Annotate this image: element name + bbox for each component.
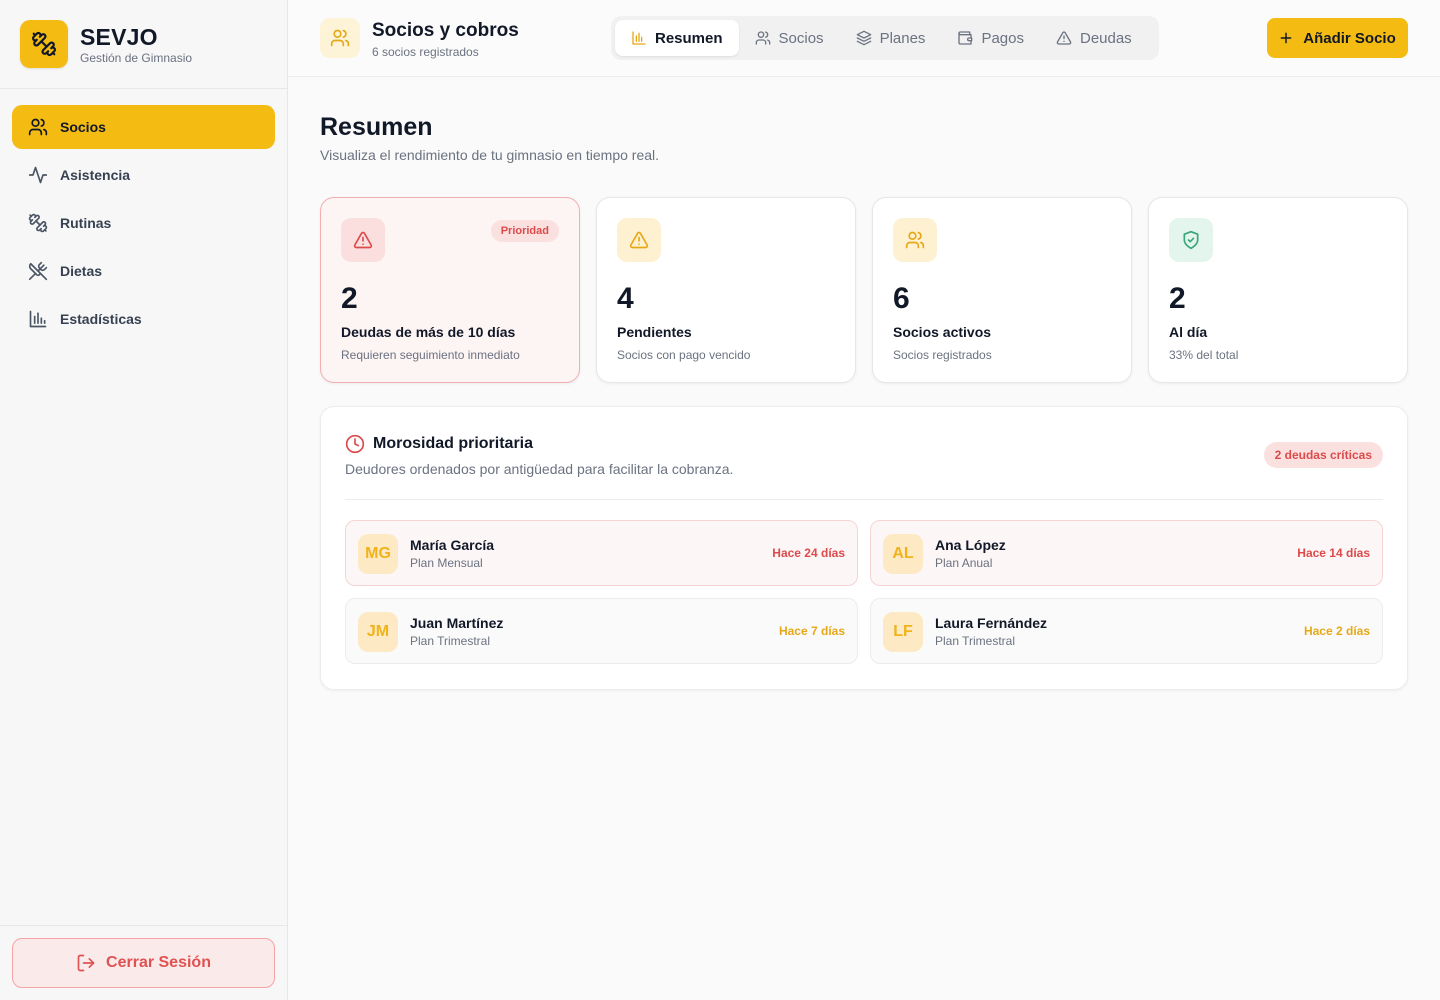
- stat-value: 2: [1169, 282, 1186, 315]
- page-subtitle: 6 socios registrados: [372, 45, 479, 59]
- clock-icon: [345, 434, 365, 454]
- sidebar-item-estadisticas[interactable]: Estadísticas: [12, 297, 275, 341]
- stat-label: Al día: [1169, 324, 1208, 340]
- section-title: Resumen: [320, 113, 433, 141]
- page-title: Socios y cobros: [372, 20, 519, 41]
- stat-value: 2: [341, 282, 358, 315]
- tab-resumen[interactable]: Resumen: [615, 20, 739, 56]
- sidebar-item-label: Estadísticas: [60, 311, 142, 327]
- avatar: AL: [883, 534, 923, 574]
- tab-label: Resumen: [655, 29, 723, 47]
- tab-deudas[interactable]: Deudas: [1040, 20, 1148, 56]
- log-out-icon: [76, 953, 96, 973]
- debtor-plan: Plan Trimestral: [935, 634, 1016, 648]
- alert-triangle-icon: [341, 218, 385, 262]
- sidebar: SEVJO Gestión de Gimnasio Socios Asisten…: [0, 0, 288, 1000]
- avatar: LF: [883, 612, 923, 652]
- stat-card-al-dia[interactable]: 2 Al día 33% del total: [1148, 197, 1408, 383]
- bar-chart-icon: [28, 309, 48, 329]
- debtor-age: Hace 14 días: [1297, 546, 1370, 560]
- critical-count-badge: 2 deudas críticas: [1263, 442, 1383, 468]
- sidebar-item-rutinas[interactable]: Rutinas: [12, 201, 275, 245]
- logout-label: Cerrar Sesión: [106, 954, 211, 971]
- activity-icon: [28, 165, 48, 185]
- divider: [345, 499, 1383, 500]
- alert-triangle-icon: [617, 218, 661, 262]
- debtor-name: María García: [410, 537, 495, 553]
- alert-triangle-icon: [1056, 30, 1072, 46]
- debtor-row[interactable]: AL Ana López Plan Anual Hace 14 días: [870, 520, 1383, 586]
- tab-planes[interactable]: Planes: [840, 20, 942, 56]
- stat-description: 33% del total: [1169, 348, 1239, 362]
- stat-value: 4: [617, 282, 634, 315]
- stat-label: Deudas de más de 10 días: [341, 324, 516, 340]
- stat-card-socios-activos[interactable]: 6 Socios activos Socios registrados: [872, 197, 1132, 383]
- plus-icon: [1279, 31, 1293, 45]
- stat-label: Pendientes: [617, 324, 692, 340]
- debtor-name: Ana López: [935, 537, 1006, 553]
- tab-label: Socios: [778, 29, 824, 47]
- debtor-row[interactable]: LF Laura Fernández Plan Trimestral Hace …: [870, 598, 1383, 664]
- users-icon: [893, 218, 937, 262]
- stat-description: Socios registrados: [893, 348, 992, 362]
- tab-label: Planes: [879, 29, 926, 47]
- tab-label: Deudas: [1079, 29, 1132, 47]
- brand-subtitle: Gestión de Gimnasio: [80, 50, 193, 65]
- tab-pagos[interactable]: Pagos: [941, 20, 1040, 56]
- brand: SEVJO Gestión de Gimnasio: [0, 0, 287, 89]
- section-subtitle: Visualiza el rendimiento de tu gimnasio …: [320, 147, 660, 163]
- add-socio-label: Añadir Socio: [1303, 29, 1396, 47]
- debtor-plan: Plan Anual: [935, 556, 993, 570]
- wallet-icon: [957, 30, 973, 46]
- priority-badge: Prioridad: [490, 220, 559, 242]
- stat-label: Socios activos: [893, 324, 992, 340]
- debtor-name: Laura Fernández: [935, 615, 1048, 631]
- sidebar-item-asistencia[interactable]: Asistencia: [12, 153, 275, 197]
- shield-check-icon: [1169, 218, 1213, 262]
- tab-bar: Resumen Socios Planes Pagos Deudas: [611, 16, 1159, 60]
- users-icon: [320, 18, 360, 58]
- panel-subtitle: Deudores ordenados por antigüedad para f…: [345, 461, 734, 477]
- debtor-age: Hace 2 días: [1303, 624, 1370, 638]
- debtor-row[interactable]: JM Juan Martínez Plan Trimestral Hace 7 …: [345, 598, 858, 664]
- stat-card-deudas[interactable]: Prioridad 2 Deudas de más de 10 días Req…: [320, 197, 580, 383]
- stat-value: 6: [893, 282, 910, 315]
- debtor-row[interactable]: MG María García Plan Mensual Hace 24 día…: [345, 520, 858, 586]
- dumbbell-icon: [28, 213, 48, 233]
- debtor-plan: Plan Trimestral: [410, 634, 491, 648]
- panel-title: Morosidad prioritaria: [373, 435, 534, 452]
- utensils-crossed-icon: [28, 261, 48, 281]
- avatar: MG: [358, 534, 398, 574]
- morosidad-panel: Morosidad prioritaria Deudores ordenados…: [320, 406, 1408, 690]
- dumbbell-icon: [20, 20, 68, 68]
- brand-name: SEVJO: [80, 23, 158, 50]
- sidebar-item-dietas[interactable]: Dietas: [12, 249, 275, 293]
- logout-button[interactable]: Cerrar Sesión: [12, 938, 275, 988]
- users-icon: [755, 30, 771, 46]
- chart-icon: [631, 30, 647, 46]
- add-socio-button[interactable]: Añadir Socio: [1267, 18, 1408, 58]
- tab-socios[interactable]: Socios: [739, 20, 840, 56]
- users-icon: [28, 117, 48, 137]
- debtor-name: Juan Martínez: [410, 615, 504, 631]
- debtor-plan: Plan Mensual: [410, 556, 483, 570]
- stat-card-pendientes[interactable]: 4 Pendientes Socios con pago vencido: [596, 197, 856, 383]
- debtor-age: Hace 7 días: [778, 624, 845, 638]
- top-header: Socios y cobros 6 socios registrados Res…: [288, 0, 1440, 77]
- tab-label: Pagos: [981, 29, 1024, 47]
- sidebar-nav: Socios Asistencia Rutinas Dietas Estadís…: [0, 89, 287, 341]
- layers-icon: [856, 30, 872, 46]
- divider: [0, 925, 287, 926]
- sidebar-item-label: Socios: [60, 119, 106, 135]
- debtor-age: Hace 24 días: [772, 546, 845, 560]
- sidebar-item-label: Rutinas: [60, 215, 112, 231]
- stat-description: Socios con pago vencido: [617, 348, 751, 362]
- sidebar-item-label: Dietas: [60, 263, 103, 279]
- sidebar-item-label: Asistencia: [60, 167, 131, 183]
- avatar: JM: [358, 612, 398, 652]
- stat-description: Requieren seguimiento inmediato: [341, 348, 520, 362]
- sidebar-item-socios[interactable]: Socios: [12, 105, 275, 149]
